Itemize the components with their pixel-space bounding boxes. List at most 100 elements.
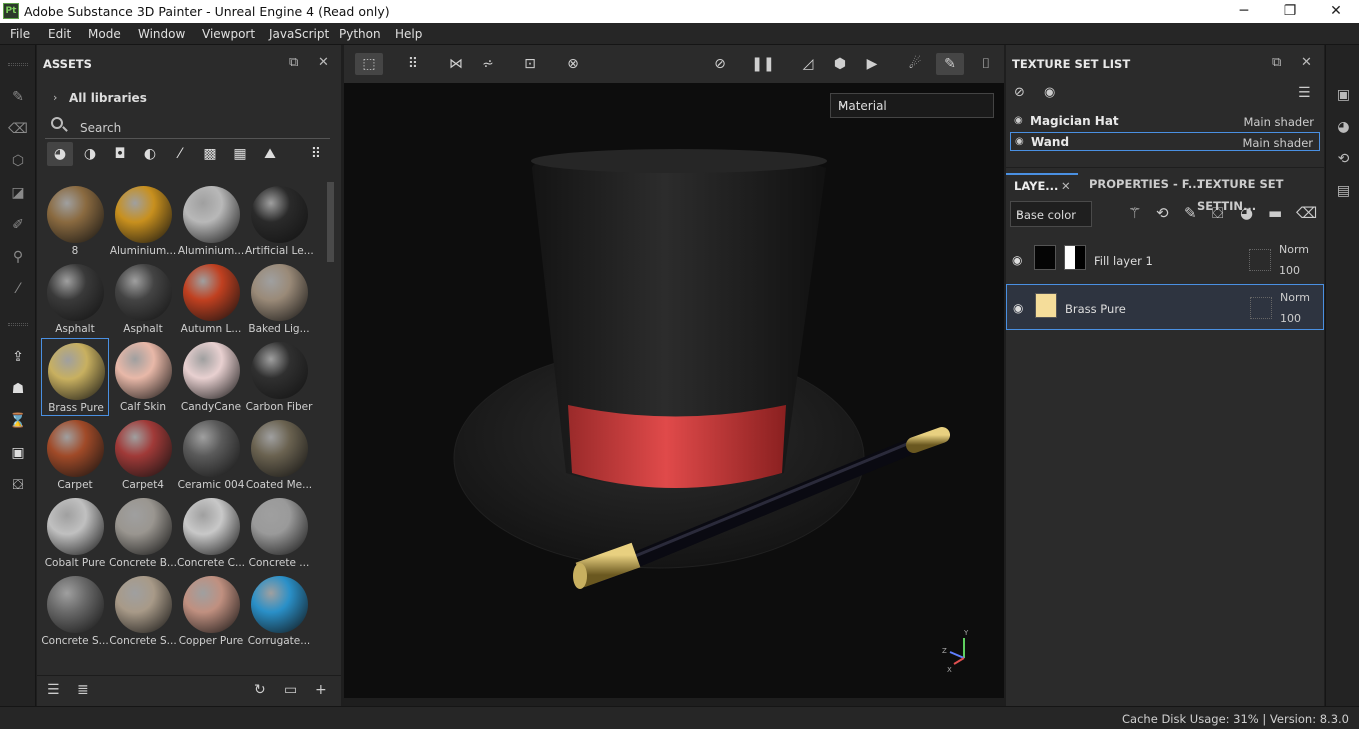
maximize-button[interactable]: ❐ (1267, 0, 1313, 23)
screenshot-icon[interactable]: ⌷ (972, 53, 1000, 75)
undock-icon[interactable]: ⧉ (289, 55, 298, 70)
add-mask-icon[interactable]: ⟲ (1156, 204, 1169, 222)
asset-tile[interactable]: Concrete S... (109, 572, 177, 650)
history-icon[interactable]: ⌛ (8, 411, 28, 431)
add-fill-layer-icon[interactable]: ⛋ (1212, 204, 1223, 222)
layer-row[interactable]: ◉ Fill layer 1 Norm 100 (1006, 237, 1324, 283)
assets-scrollbar[interactable] (327, 182, 334, 262)
hide-icon[interactable]: ⊘ (706, 53, 734, 75)
asset-tile[interactable]: Concrete C... (177, 494, 245, 572)
blend-mode[interactable]: Norm (1280, 291, 1310, 304)
asset-tile[interactable]: Asphalt (41, 260, 109, 338)
menu-help[interactable]: Help (395, 27, 422, 41)
asset-tile[interactable]: Coated Me... (245, 416, 313, 494)
eraser-icon[interactable]: ⌫ (8, 119, 28, 139)
filter-environments-icon[interactable]: ⛰ (257, 142, 283, 166)
library-selector[interactable]: All libraries (69, 91, 147, 105)
asset-tile[interactable]: Ceramic 004 (177, 416, 245, 494)
eye-icon[interactable]: ◉ (1012, 253, 1022, 267)
layer-opacity[interactable]: 100 (1279, 264, 1300, 277)
view-3d-icon[interactable]: ⬢ (826, 53, 854, 75)
menu-javascript[interactable]: JavaScript (269, 27, 329, 41)
display-settings-icon[interactable]: ▣ (1335, 87, 1352, 104)
layer-channel-select[interactable]: Base color ⌄ (1010, 201, 1092, 227)
3d-viewport[interactable]: Y Z X Material ⌄ (344, 83, 1004, 698)
add-icon[interactable]: + (315, 682, 327, 698)
layer-row[interactable]: ◉ Brass Pure Norm 100 (1006, 284, 1324, 330)
selection-mode-icon[interactable]: ⬚ (355, 53, 383, 75)
texture-set-shader[interactable]: Main shader (1243, 115, 1314, 129)
show-all-icon[interactable]: ◉ (1044, 85, 1055, 100)
symmetry-y-icon[interactable]: ⩫ (474, 53, 502, 75)
paint-brush-icon[interactable]: ✎ (8, 87, 28, 107)
fit-view-icon[interactable]: ⊡ (516, 53, 544, 75)
asset-tile[interactable]: Asphalt (109, 260, 177, 338)
close-panel-icon[interactable]: ✕ (318, 55, 329, 70)
color-picker-icon[interactable]: ⁄ (8, 279, 28, 299)
blend-mode[interactable]: Norm (1279, 243, 1309, 256)
viewport-channel-select[interactable]: Material ⌄ (830, 93, 994, 118)
list-view-icon[interactable]: ☰ (47, 682, 60, 698)
filter-alphas-icon[interactable]: ▩ (197, 142, 223, 166)
shelf-icon[interactable]: ⛋ (8, 475, 28, 495)
asset-tile[interactable]: Carpet4 (109, 416, 177, 494)
refresh-icon[interactable]: ↻ (254, 682, 266, 698)
minimize-button[interactable]: ─ (1221, 0, 1267, 23)
filter-grid-view-icon[interactable]: ⠿ (303, 142, 329, 166)
add-folder-icon[interactable]: ▬ (1268, 204, 1282, 222)
asset-tile[interactable]: Cobalt Pure (41, 494, 109, 572)
export-icon[interactable]: ⇪ (8, 347, 28, 367)
close-button[interactable]: ✕ (1313, 0, 1359, 23)
eye-icon[interactable]: ◉ (1013, 301, 1023, 315)
layer-opacity[interactable]: 100 (1280, 312, 1301, 325)
asset-tile[interactable]: Calf Skin (109, 338, 177, 416)
tiling-icon[interactable]: ⠿ (399, 53, 427, 75)
add-smart-mask-icon[interactable]: ◕ (1240, 204, 1253, 222)
reset-view-icon[interactable]: ⊗ (559, 53, 587, 75)
view-2d-icon[interactable]: ◿ (794, 53, 822, 75)
filter-smart-materials-icon[interactable]: ◑ (77, 142, 103, 166)
menu-mode[interactable]: Mode (88, 27, 121, 41)
eye-icon[interactable]: ◉ (1014, 115, 1023, 126)
asset-tile[interactable]: Concrete B... (109, 494, 177, 572)
asset-tile[interactable]: Corrugate... (245, 572, 313, 650)
tree-view-icon[interactable]: ≣ (77, 682, 89, 698)
menu-file[interactable]: File (10, 27, 30, 41)
delete-icon[interactable]: ⌫ (1296, 204, 1317, 222)
texture-set-row[interactable]: ◉ Wand Main shader (1010, 132, 1320, 151)
chevron-right-icon[interactable]: › (53, 91, 57, 104)
eye-icon[interactable]: ◉ (1015, 136, 1024, 147)
asset-tile[interactable]: Baked Lig... (245, 260, 313, 338)
menu-viewport[interactable]: Viewport (202, 27, 255, 41)
close-panel-icon[interactable]: ✕ (1301, 55, 1312, 70)
menu-python[interactable]: Python (339, 27, 381, 41)
asset-tile[interactable]: Aluminium... (109, 182, 177, 260)
asset-tile[interactable]: Artificial Le... (245, 182, 313, 260)
log-icon[interactable]: ▤ (1335, 183, 1352, 200)
filter-materials-icon[interactable]: ◕ (47, 142, 73, 166)
shader-settings-icon[interactable]: ◕ (1335, 119, 1352, 136)
close-tab-icon[interactable]: ✕ (1061, 175, 1071, 197)
menu-edit[interactable]: Edit (48, 27, 71, 41)
undock-icon[interactable]: ⧉ (1272, 55, 1281, 70)
folder-icon[interactable]: ▭ (284, 682, 297, 698)
camera-icon[interactable]: ▶ (858, 53, 886, 75)
assets-search[interactable]: Search (45, 115, 330, 139)
asset-tile[interactable]: Copper Pure (177, 572, 245, 650)
menu-window[interactable]: Window (138, 27, 185, 41)
filter-procedurals-icon[interactable]: ◐ (137, 142, 163, 166)
texture-set-shader[interactable]: Main shader (1242, 136, 1313, 150)
lighting-icon[interactable]: ☄ (901, 53, 929, 75)
pause-icon[interactable]: ❚❚ (749, 53, 777, 75)
smudge-icon[interactable]: ✐ (8, 215, 28, 235)
symmetry-x-icon[interactable]: ⋈ (442, 53, 470, 75)
tab-texture-set-settings[interactable]: TEXTURE SET SETTIN... (1197, 173, 1324, 213)
asset-tile[interactable]: Brass Pure (41, 338, 109, 416)
texture-set-row[interactable]: ◉ Magician Hat Main shader (1010, 112, 1320, 131)
projection-icon[interactable]: ⬡ (8, 151, 28, 171)
history-icon[interactable]: ⟲ (1335, 151, 1352, 168)
blend-mask-icon[interactable] (1250, 297, 1272, 319)
add-effect-icon[interactable]: ⚚ (1128, 204, 1141, 222)
filter-brushes-icon[interactable]: ⁄ (167, 142, 193, 166)
asset-tile[interactable]: 8 (41, 182, 109, 260)
